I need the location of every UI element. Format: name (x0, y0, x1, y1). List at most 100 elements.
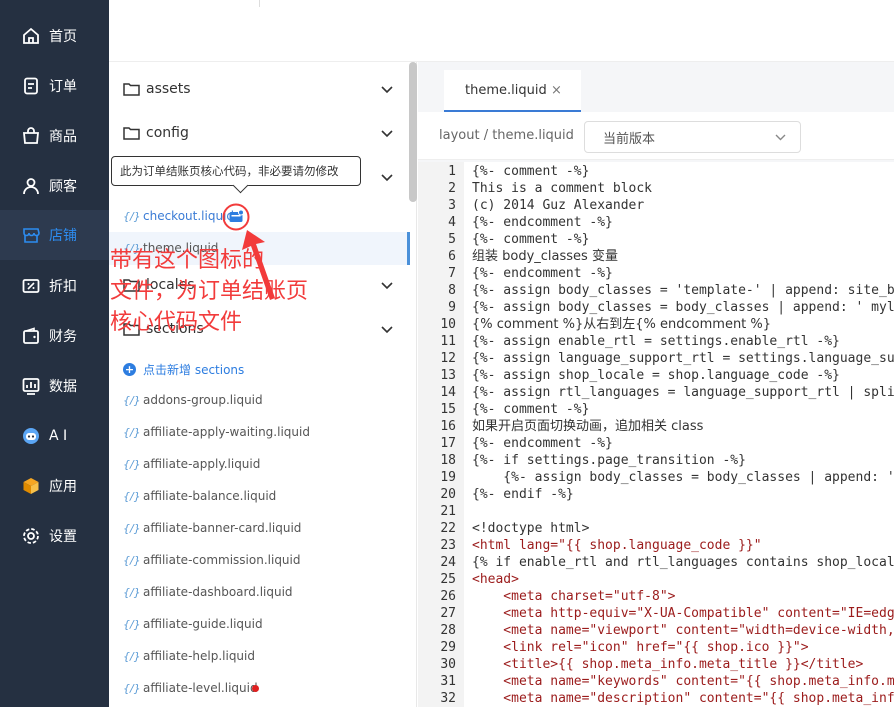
line-number: 11 (440, 334, 456, 349)
code-file-icon: {/} (123, 617, 141, 631)
close-icon[interactable]: × (551, 83, 562, 98)
line-number: 17 (440, 436, 456, 451)
annotation-line-2: 文件，为订单结账页 (110, 279, 309, 304)
nav-data[interactable]: 数据 (0, 361, 109, 411)
code-line: <meta name="keywords" content="{{ shop.m… (472, 674, 894, 689)
nav-home[interactable]: 首页 (0, 11, 109, 61)
line-number: 23 (440, 538, 456, 553)
section-file-item[interactable]: {/} addons-group.liquid (123, 390, 263, 410)
line-number: 13 (440, 368, 456, 383)
code-line: {%- endcomment -%} (472, 436, 613, 451)
section-file-label: addons-group.liquid (143, 393, 263, 407)
line-number: 29 (440, 640, 456, 655)
code-area[interactable]: 1 2 3 4 5 6 7 8 9 10 11 12 13 14 15 16 17 18 19 20 21 22 23 24 2… (418, 162, 894, 707)
code-line: <meta charset="utf-8"> (472, 589, 676, 604)
plus-icon: + (123, 363, 136, 376)
section-file-label: affiliate-guide.liquid (143, 617, 263, 631)
chevron-down-icon[interactable] (381, 130, 393, 138)
section-file-label: affiliate-balance.liquid (143, 489, 277, 503)
nav-settings[interactable]: 设置 (0, 511, 109, 561)
chevron-down-icon[interactable] (381, 86, 393, 94)
line-number: 27 (440, 606, 456, 621)
nav-home-label: 首页 (49, 29, 77, 45)
folder-config[interactable]: config (123, 125, 189, 141)
code-line: 如果开启页面切换动画，追加相关 class (472, 419, 704, 434)
section-file-label: affiliate-banner-card.liquid (143, 521, 302, 535)
tab-theme-liquid[interactable]: theme.liquid × (444, 70, 581, 112)
chevron-down-icon[interactable] (381, 282, 393, 290)
line-number: 9 (448, 300, 456, 315)
nav-discounts-label: 折扣 (49, 279, 77, 295)
folder-assets-label: assets (146, 81, 191, 97)
nav-discounts[interactable]: 折扣 (0, 261, 109, 311)
line-number: 5 (448, 232, 456, 247)
section-file-label: affiliate-commission.liquid (143, 553, 301, 567)
nav-ai[interactable]: A I (0, 411, 109, 461)
code-line: {% comment %}从右到左{% endcomment %} (472, 317, 772, 332)
nav-apps[interactable]: 应用 (0, 461, 109, 511)
section-file-item[interactable]: {/} affiliate-guide.liquid (123, 614, 263, 634)
line-number: 25 (440, 572, 456, 587)
code-line: <meta name="viewport" content="width=dev… (472, 623, 894, 638)
folder-icon (123, 127, 140, 140)
section-file-item[interactable]: {/} affiliate-help.liquid (123, 646, 255, 666)
code-line: <head> (472, 572, 519, 587)
line-number: 28 (440, 623, 456, 638)
line-number: 7 (448, 266, 456, 281)
add-section-label: 点击新增 sections (143, 363, 245, 377)
code-file-icon: {/} (123, 585, 141, 599)
add-section-link[interactable]: + 点击新增 sections (123, 361, 244, 378)
nav-apps-label: 应用 (49, 479, 77, 495)
chevron-down-icon[interactable] (381, 174, 393, 182)
section-file-item[interactable]: {/} affiliate-dashboard.liquid (123, 582, 293, 602)
code-line: <meta name="description" content="{{ sho… (472, 691, 894, 706)
nav-customers[interactable]: 顾客 (0, 161, 109, 211)
code-file-icon: {/} (123, 489, 141, 503)
nav-store-label: 店铺 (49, 228, 77, 244)
code-file-icon: {/} (123, 681, 141, 695)
chevron-down-icon (775, 134, 786, 141)
code-line: {%- assign shop_locale = shop.language_c… (472, 368, 840, 383)
code-line: {%- assign enable_rtl = settings.enable_… (472, 334, 840, 349)
wallet-icon (23, 327, 39, 344)
line-number: 1 (448, 164, 456, 179)
nav-products[interactable]: 商品 (0, 111, 109, 161)
section-file-label: affiliate-apply.liquid (143, 457, 261, 471)
section-file-item[interactable]: {/} affiliate-banner-card.liquid (123, 518, 301, 538)
code-line: {%- assign body_classes = body_classes |… (472, 470, 894, 485)
chevron-down-icon[interactable] (381, 326, 393, 334)
file-checkout-liquid[interactable]: {/} checkout.liquid (123, 206, 234, 226)
folder-assets[interactable]: assets (123, 81, 191, 97)
section-file-item[interactable]: {/} affiliate-balance.liquid (123, 486, 276, 506)
editor-path-row: layout / theme.liquid 当前版本 (418, 112, 894, 160)
tree-scrollbar[interactable] (409, 62, 417, 202)
section-file-label: affiliate-help.liquid (143, 649, 255, 663)
apps-icon (23, 478, 39, 494)
section-file-item[interactable]: {/} affiliate-commission.liquid (123, 550, 301, 570)
code-line: {%- comment -%} (472, 232, 590, 247)
discount-icon (22, 279, 40, 293)
line-number: 19 (440, 470, 456, 485)
top-header (109, 0, 894, 62)
code-line: {%- assign language_support_rtl = settin… (472, 351, 894, 366)
version-select[interactable]: 当前版本 (584, 121, 801, 153)
main-sidebar: 首页 订单 商品 顾客 店铺 折扣 财务 数据 A I 应用 设置 (0, 0, 109, 707)
section-file-label: affiliate-level.liquid (143, 681, 258, 695)
editor-tab-bar: theme.liquid × (418, 62, 894, 112)
tab-label: theme.liquid (465, 82, 547, 98)
line-number: 10 (440, 317, 456, 332)
nav-orders-label: 订单 (49, 79, 77, 95)
nav-finance[interactable]: 财务 (0, 311, 109, 361)
section-file-label: affiliate-apply-waiting.liquid (143, 425, 310, 439)
nav-store[interactable]: 店铺 (0, 210, 109, 260)
section-file-item[interactable]: {/} affiliate-apply-waiting.liquid (123, 422, 310, 442)
code-line: {%- endif -%} (472, 487, 574, 502)
section-file-item[interactable]: {/} affiliate-level.liquid (123, 678, 258, 698)
code-line: {%- comment -%} (472, 402, 590, 417)
code-file-icon: {/} (123, 393, 141, 407)
code-line: {%- assign body_classes = body_classes |… (472, 300, 894, 315)
section-file-item[interactable]: {/} affiliate-apply.liquid (123, 454, 260, 474)
code-line: <meta http-equiv="X-UA-Compatible" conte… (472, 606, 894, 621)
nav-orders[interactable]: 订单 (0, 61, 109, 111)
code-file-icon: {/} (123, 457, 141, 471)
